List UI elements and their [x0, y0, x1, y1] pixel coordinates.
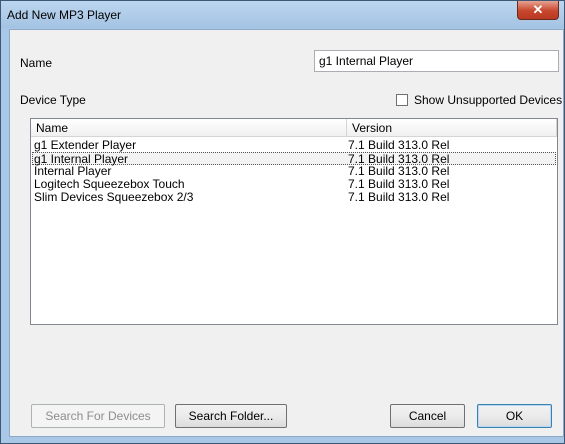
- device-version: 7.1 Build 313.0 Rel: [348, 177, 450, 191]
- window-title: Add New MP3 Player: [7, 8, 122, 22]
- device-type-label: Device Type: [20, 93, 86, 107]
- show-unsupported-label[interactable]: Show Unsupported Devices: [414, 93, 562, 107]
- list-item[interactable]: g1 Extender Player 7.1 Build 313.0 Rel: [32, 138, 556, 152]
- device-version: 7.1 Build 313.0 Rel: [348, 164, 450, 178]
- title-bar[interactable]: Add New MP3 Player ✕: [1, 1, 564, 28]
- dialog-body: Name Device Type Show Unsupported Device…: [9, 29, 564, 437]
- device-name: Internal Player: [34, 164, 112, 178]
- device-version: 7.1 Build 313.0 Rel: [348, 190, 450, 204]
- close-button[interactable]: ✕: [517, 1, 559, 20]
- dialog-window: Add New MP3 Player ✕ Name Device Type Sh…: [0, 0, 565, 444]
- ok-button[interactable]: OK: [477, 404, 552, 428]
- column-header-version[interactable]: Version: [347, 119, 557, 137]
- search-folder-button[interactable]: Search Folder...: [175, 404, 287, 428]
- show-unsupported-checkbox[interactable]: [396, 94, 408, 106]
- name-input[interactable]: [314, 50, 559, 72]
- device-list[interactable]: Name Version g1 Extender Player 7.1 Buil…: [30, 118, 558, 325]
- column-header-name[interactable]: Name: [31, 119, 347, 137]
- device-name: Slim Devices Squeezebox 2/3: [34, 190, 194, 204]
- device-name: Logitech Squeezebox Touch: [34, 177, 185, 191]
- device-version: 7.1 Build 313.0 Rel: [348, 138, 450, 152]
- search-for-devices-button[interactable]: Search For Devices: [31, 404, 165, 428]
- list-item[interactable]: Slim Devices Squeezebox 2/3 7.1 Build 31…: [32, 190, 556, 204]
- device-name: g1 Extender Player: [34, 138, 137, 152]
- cancel-button[interactable]: Cancel: [390, 404, 465, 428]
- close-icon: ✕: [532, 2, 544, 17]
- name-label: Name: [20, 56, 53, 70]
